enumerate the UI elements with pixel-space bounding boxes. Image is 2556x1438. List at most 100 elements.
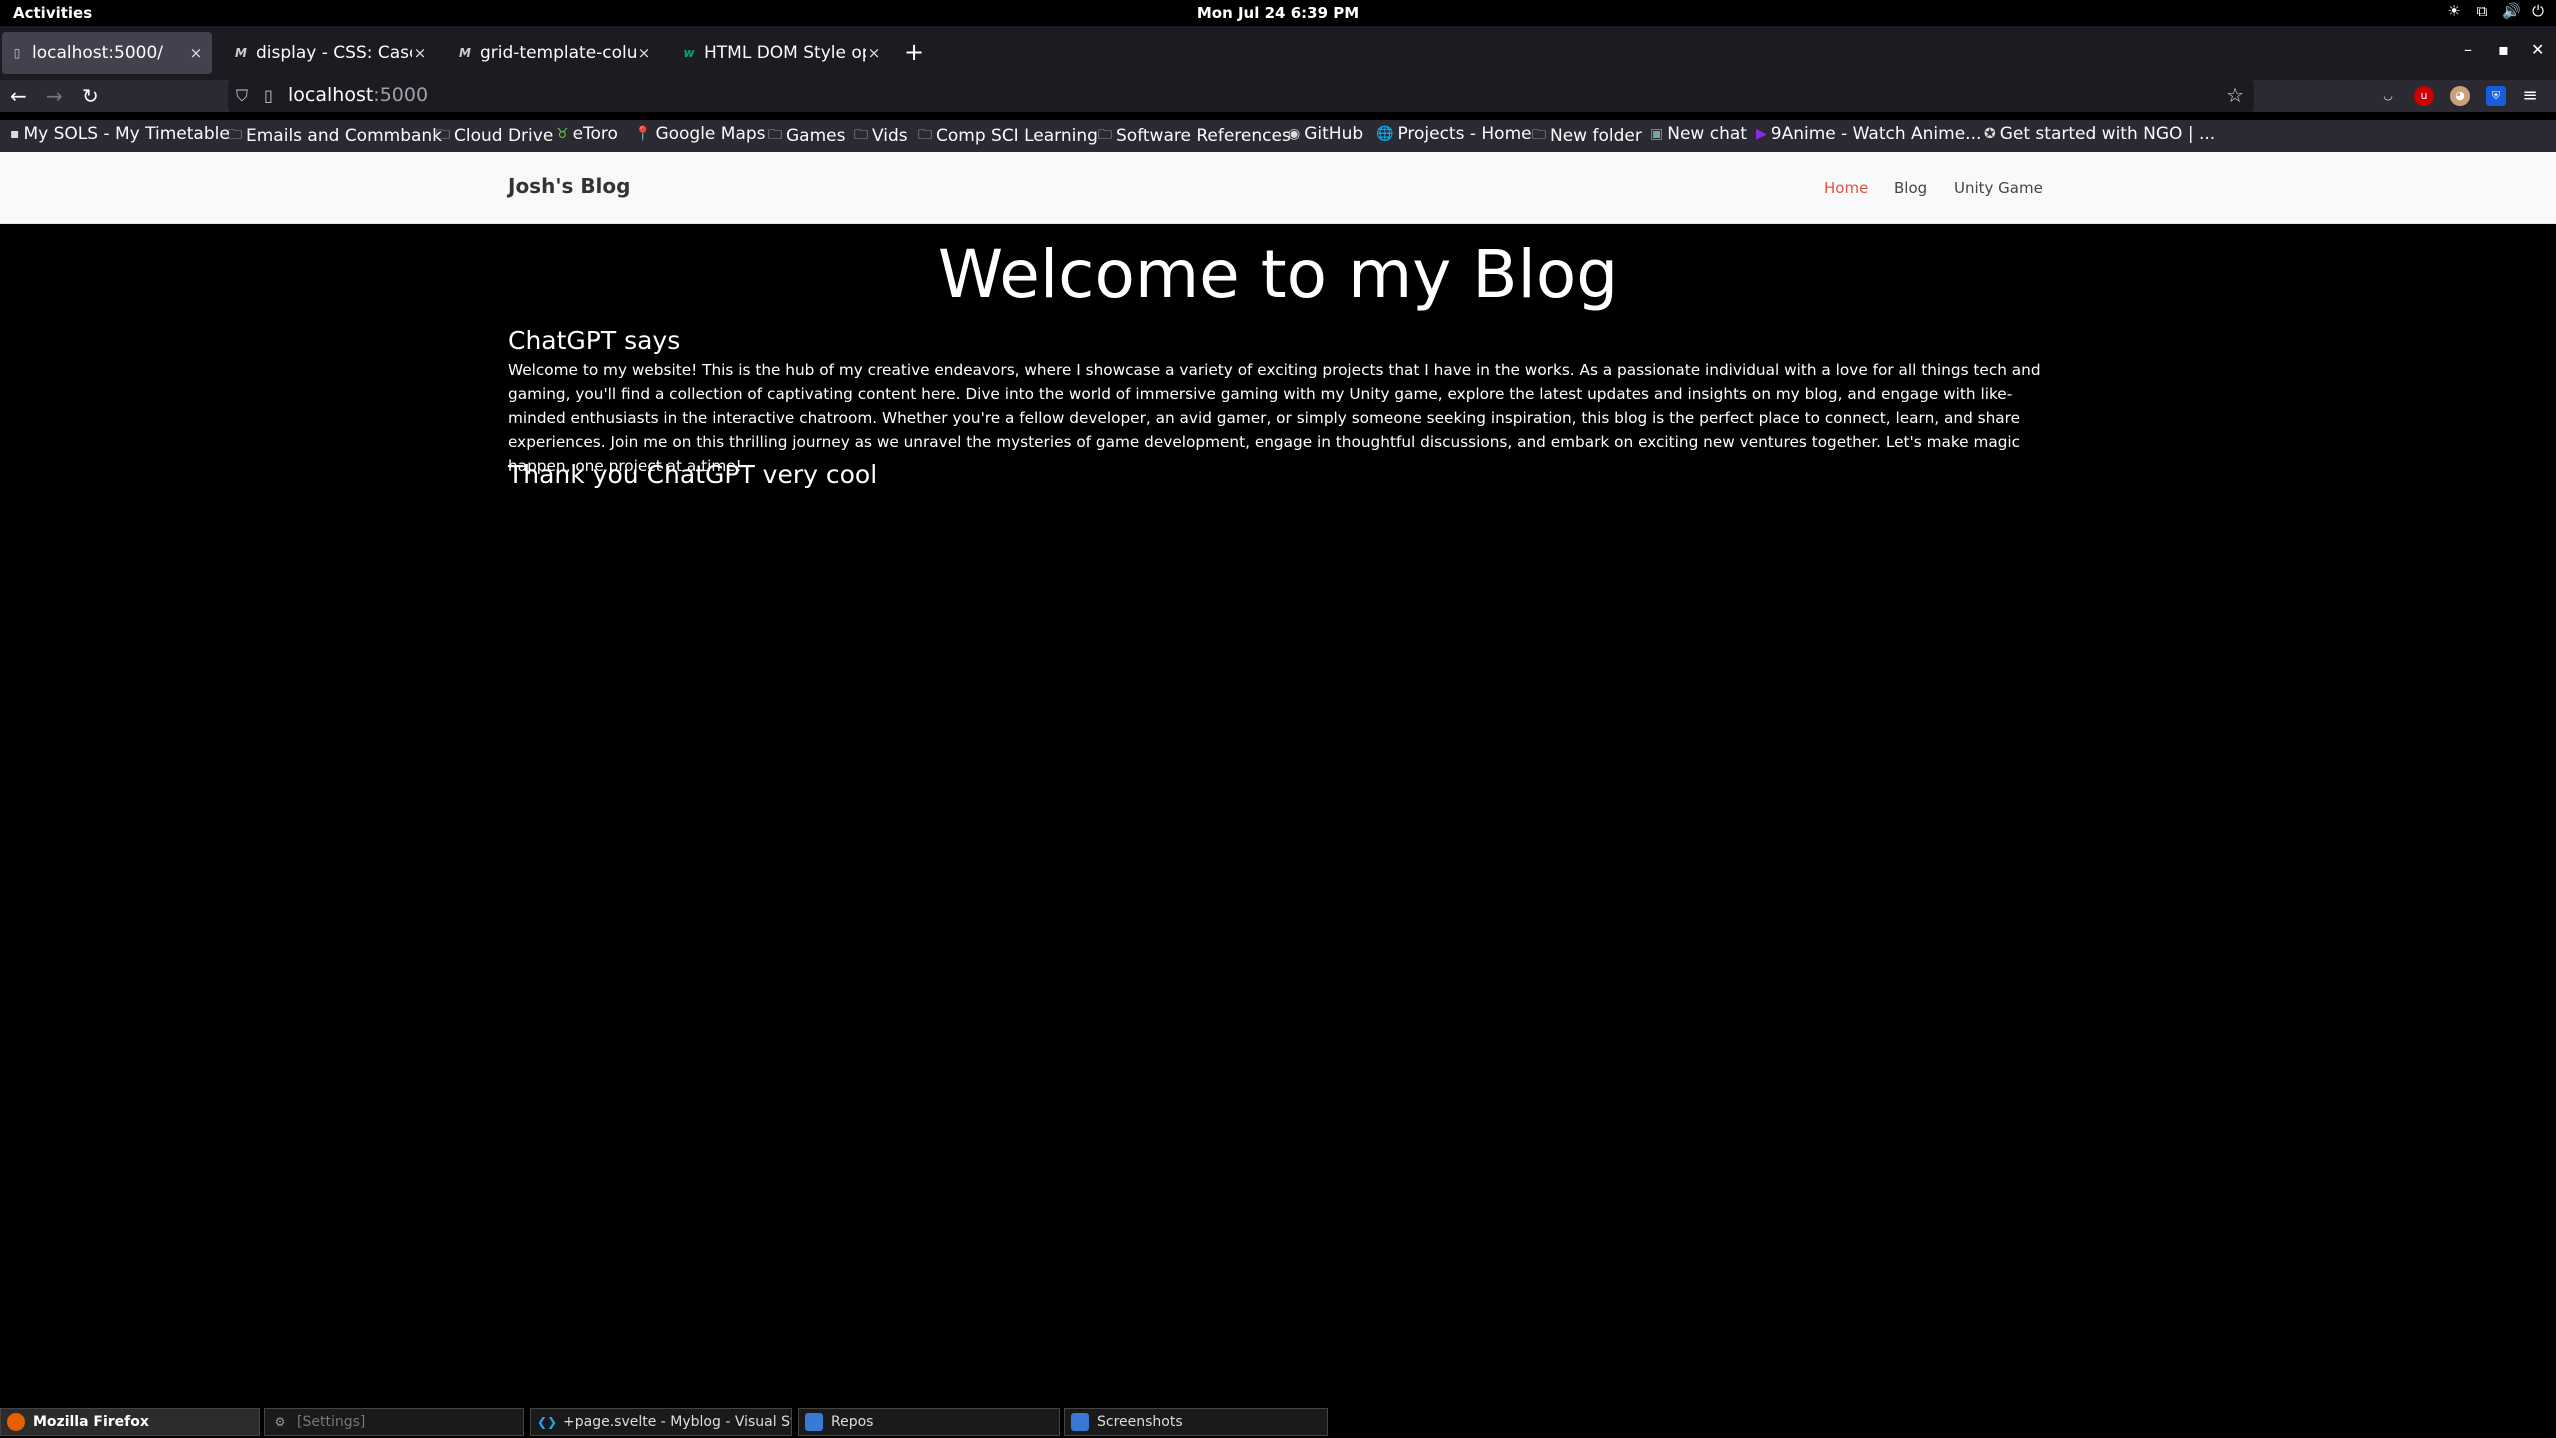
ngo-icon: ✪ <box>1984 126 1996 142</box>
task-settings[interactable]: ⚙ [Settings] <box>264 1408 524 1436</box>
bookmark-label: Software References <box>1116 126 1291 146</box>
new-tab-button[interactable]: + <box>904 38 924 66</box>
menu-icon[interactable]: ≡ <box>2520 86 2540 106</box>
w3schools-icon: w <box>683 46 695 60</box>
bookmark-item[interactable]: 📍 Google Maps <box>634 124 766 144</box>
task-label: Repos <box>831 1414 874 1430</box>
site-navbar: Josh's Blog Home Blog Unity Game <box>0 152 2556 224</box>
bookmark-item[interactable]: ▶ 9Anime - Watch Anime... <box>1756 124 1981 144</box>
task-label: +page.svelte - Myblog - Visual Studio Co… <box>563 1414 791 1430</box>
folder-icon: 🗀 <box>436 127 450 143</box>
etoro-icon: ♉ <box>556 126 569 142</box>
page-info-icon[interactable]: ▯ <box>264 86 273 105</box>
close-window-icon[interactable]: ✕ <box>2531 40 2544 59</box>
bookmark-folder[interactable]: 🗀 Emails and Commbank <box>228 124 442 148</box>
globe-icon: 🌐 <box>1376 126 1394 142</box>
close-icon[interactable]: × <box>866 44 882 62</box>
folder-icon: 🗀 <box>228 127 242 143</box>
tab-w3schools[interactable]: w HTML DOM Style opacity × <box>674 32 890 74</box>
maps-icon: 📍 <box>634 126 652 142</box>
bookmark-label: New chat <box>1667 124 1747 144</box>
mdn-icon: M <box>235 46 247 60</box>
bookmark-folder[interactable]: 🗀 New folder <box>1532 124 1642 148</box>
task-label: Screenshots <box>1097 1414 1183 1430</box>
bookmark-folder[interactable]: 🗀 Cloud Drive <box>436 124 553 148</box>
bookmark-label: New folder <box>1550 126 1642 146</box>
github-icon: ◉ <box>1288 126 1301 142</box>
tab-mdn-display[interactable]: M display - CSS: Cascading Style Sheets … <box>226 32 436 74</box>
page-title: Welcome to my Blog <box>937 236 1619 313</box>
nav-home[interactable]: Home <box>1824 179 1868 197</box>
nav-blog[interactable]: Blog <box>1894 179 1927 197</box>
tab-title: display - CSS: Cascading Style Sheets | … <box>256 43 412 63</box>
activities-button[interactable]: Activities <box>13 4 92 22</box>
task-screenshots[interactable]: Screenshots <box>1064 1408 1328 1436</box>
section-heading: ChatGPT says <box>508 326 681 355</box>
url-text[interactable]: localhost:5000 <box>288 84 428 106</box>
bookmark-label: Cloud Drive <box>454 126 554 146</box>
bookmark-label: Comp SCI Learning <box>936 126 1098 146</box>
settings-icon: ⚙ <box>274 1415 286 1429</box>
mdn-icon: M <box>459 46 471 60</box>
brightness-icon[interactable]: ☀ <box>2446 3 2462 19</box>
bookmark-item[interactable]: ◉ GitHub <box>1288 124 1363 144</box>
bookmark-folder[interactable]: 🗀 Software References <box>1098 124 1291 148</box>
bookmark-item[interactable]: ▪ My SOLS - My Timetable <box>10 124 230 144</box>
shield-icon[interactable]: ⛉ <box>236 86 248 106</box>
task-label: [Settings] <box>297 1414 366 1430</box>
folder-icon: 🗀 <box>1098 127 1112 143</box>
system-top-bar: Activities Mon Jul 24 6:39 PM ☀ ⧉ 🔊 ⏻ <box>0 0 2556 26</box>
site-brand[interactable]: Josh's Blog <box>508 174 630 198</box>
bookmark-label: Games <box>786 126 846 146</box>
clock[interactable]: Mon Jul 24 6:39 PM <box>1197 4 1359 22</box>
folder-icon: 🗀 <box>854 127 868 143</box>
forward-icon[interactable]: → <box>46 84 63 108</box>
tab-title: localhost:5000/ <box>32 43 164 63</box>
taskbar: Mozilla Firefox ⚙ [Settings] ❮❯ +page.sv… <box>0 1406 2556 1438</box>
bookmark-item[interactable]: ♉ eToro <box>556 124 618 144</box>
vscode-icon: ❮❯ <box>537 1415 558 1429</box>
folder-icon: 🗀 <box>1532 127 1546 143</box>
minimize-icon[interactable]: – <box>2464 40 2472 59</box>
close-icon[interactable]: × <box>188 44 204 62</box>
tab-mdn-grid[interactable]: M grid-template-columns - CSS × <box>450 32 660 74</box>
maximize-icon[interactable]: ▪ <box>2498 40 2509 59</box>
files-icon <box>805 1413 823 1431</box>
bookmark-item[interactable]: ✪ Get started with NGO | ... <box>1984 124 2215 144</box>
bookmark-label: 9Anime - Watch Anime... <box>1770 124 1982 144</box>
back-icon[interactable]: ← <box>10 84 27 108</box>
bookmark-folder[interactable]: 🗀 Games <box>768 124 845 148</box>
tab-strip: ▯ localhost:5000/ × M display - CSS: Cas… <box>0 26 2556 80</box>
close-icon[interactable]: × <box>636 44 652 62</box>
address-bar[interactable]: ⛉ ▯ localhost:5000 ☆ <box>228 80 2254 112</box>
bookmark-folder[interactable]: 🗀 Vids <box>854 124 908 148</box>
play-icon: ▶ <box>1756 126 1767 142</box>
network-icon[interactable]: ⧉ <box>2474 3 2490 19</box>
task-label: Mozilla Firefox <box>33 1414 149 1430</box>
power-icon[interactable]: ⏻ <box>2530 3 2546 19</box>
bitwarden-icon[interactable]: ⛨ <box>2486 86 2506 106</box>
close-icon[interactable]: × <box>412 44 428 62</box>
bookmark-label: GitHub <box>1304 124 1364 144</box>
bookmark-item[interactable]: 🌐 Projects - Home <box>1376 124 1532 144</box>
bookmark-label: Get started with NGO | ... <box>1999 124 2216 144</box>
bookmark-label: Projects - Home <box>1397 124 1532 144</box>
task-vscode[interactable]: ❮❯ +page.svelte - Myblog - Visual Studio… <box>530 1408 792 1436</box>
task-firefox[interactable]: Mozilla Firefox <box>0 1408 260 1436</box>
bookmark-item[interactable]: ▣ New chat <box>1650 124 1747 144</box>
pocket-icon[interactable]: ◡ <box>2378 86 2398 106</box>
folder-icon: 🗀 <box>918 127 932 143</box>
volume-icon[interactable]: 🔊 <box>2502 3 2521 19</box>
reload-icon[interactable]: ↻ <box>82 84 99 108</box>
extension-icon[interactable]: ◕ <box>2450 86 2470 106</box>
chatgpt-icon: ▣ <box>1650 126 1664 142</box>
bookmark-star-icon[interactable]: ☆ <box>2226 83 2244 107</box>
page-icon: ▯ <box>13 46 21 60</box>
bookmark-folder[interactable]: 🗀 Comp SCI Learning <box>918 124 1098 148</box>
tab-title: grid-template-columns - CSS <box>480 43 636 63</box>
page-content: Josh's Blog Home Blog Unity Game Welcome… <box>0 152 2556 1406</box>
nav-unity-game[interactable]: Unity Game <box>1954 179 2043 197</box>
task-repos[interactable]: Repos <box>798 1408 1060 1436</box>
tab-localhost[interactable]: ▯ localhost:5000/ × <box>2 32 212 74</box>
ublock-icon[interactable]: u <box>2414 86 2434 106</box>
